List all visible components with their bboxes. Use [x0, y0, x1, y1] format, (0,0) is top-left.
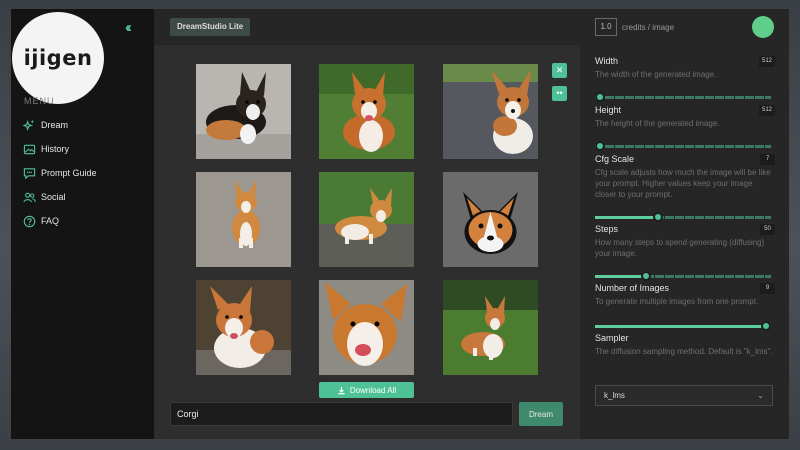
generated-image-9[interactable] — [443, 280, 538, 375]
credits-value: 1.0 — [595, 18, 617, 36]
corgi-image — [319, 172, 414, 267]
height-value[interactable]: 512 — [758, 105, 775, 116]
slider-knob[interactable] — [653, 212, 664, 222]
sparkle-icon — [23, 119, 35, 131]
slider-track — [595, 96, 771, 99]
sidebar-item-faq[interactable]: FAQ — [23, 209, 97, 233]
cfg-scale-description: Cfg scale adjusts how much the image wil… — [595, 168, 771, 199]
cfg-scale-setting: Cfg Scale 7 Cfg scale adjusts how much t… — [595, 154, 775, 200]
more-icon[interactable]: •• — [552, 86, 567, 101]
generated-image-6[interactable] — [443, 172, 538, 267]
slider-knob[interactable] — [595, 141, 605, 151]
num-images-setting: Number of Images 9 To generate multiple … — [595, 283, 775, 307]
steps-label: Steps — [595, 224, 619, 234]
logo-text: ijigen — [23, 46, 93, 70]
sampler-select[interactable]: k_lms ⌄ — [595, 385, 773, 406]
corgi-illustration — [443, 172, 538, 267]
image-history-icon — [23, 144, 36, 154]
sidebar-item-history[interactable]: History — [23, 137, 97, 161]
height-slider[interactable] — [595, 141, 771, 151]
width-description: The width of the generated image. — [595, 70, 717, 79]
generated-image-5[interactable] — [319, 172, 414, 267]
sampler-selected: k_lms — [604, 391, 625, 400]
width-slider[interactable] — [595, 92, 771, 102]
sidebar-item-social[interactable]: Social — [23, 185, 97, 209]
slider-track — [595, 145, 771, 148]
prompt-input[interactable] — [170, 402, 513, 426]
credits-indicator: 1.0 credits / image — [595, 18, 674, 36]
speech-bubble-icon — [23, 167, 36, 179]
steps-value[interactable]: 50 — [760, 224, 775, 235]
people-icon — [23, 192, 36, 202]
sidebar-item-label: Dream — [41, 120, 69, 130]
slider-fill — [595, 216, 659, 219]
slider-knob[interactable] — [641, 271, 652, 281]
corgi-image — [196, 64, 291, 159]
slider-knob[interactable] — [595, 92, 605, 102]
corgi-image — [196, 280, 291, 375]
height-setting: Height 512 The height of the generated i… — [595, 105, 775, 129]
sidebar-item-prompt-guide[interactable]: Prompt Guide — [23, 161, 97, 185]
generated-image-8[interactable] — [319, 280, 414, 375]
sampler-label: Sampler — [595, 333, 629, 343]
cfg-scale-value[interactable]: 7 — [760, 154, 775, 165]
sidebar-item-dream[interactable]: Dream — [23, 113, 97, 137]
num-images-label: Number of Images — [595, 283, 670, 293]
app-window: ijigen MENU Dream History Prompt Guide S… — [11, 9, 789, 439]
corgi-image — [443, 280, 538, 375]
steps-slider[interactable] — [595, 271, 771, 281]
sidebar-nav: Dream History Prompt Guide Social FAQ — [23, 113, 97, 233]
close-icon[interactable]: ✕ — [552, 63, 567, 78]
width-label: Width — [595, 56, 619, 66]
steps-description: How many steps to spend generating (diff… — [595, 238, 765, 258]
slider-fill — [595, 325, 766, 328]
height-label: Height — [595, 105, 622, 115]
image-gallery: ✕ •• Download All Dream — [154, 45, 580, 439]
width-setting: Width 512 The width of the generated ima… — [595, 56, 775, 80]
slider-knob[interactable] — [761, 321, 771, 331]
cfg-scale-slider[interactable] — [595, 212, 771, 222]
generated-image-7[interactable] — [196, 280, 291, 375]
download-icon — [338, 386, 345, 394]
width-value[interactable]: 512 — [758, 56, 775, 67]
sidebar-item-label: Prompt Guide — [41, 168, 97, 178]
dream-button[interactable]: Dream — [519, 402, 563, 426]
menu-label: MENU — [24, 96, 55, 106]
credits-label: credits / image — [622, 22, 675, 32]
slider-fill — [595, 275, 647, 278]
corgi-image — [319, 280, 414, 375]
corgi-image — [443, 64, 538, 159]
steps-setting: Steps 50 How many steps to spend generat… — [595, 224, 775, 259]
num-images-slider[interactable] — [595, 321, 771, 331]
corgi-image — [196, 172, 291, 267]
corgi-image — [319, 64, 414, 159]
generated-image-2[interactable] — [319, 64, 414, 159]
chevron-down-icon: ⌄ — [757, 391, 764, 400]
download-all-button[interactable]: Download All — [319, 382, 414, 398]
sampler-description: The diffusion sampling method. Default i… — [595, 347, 773, 356]
generated-image-1[interactable] — [196, 64, 291, 159]
generated-image-3[interactable] — [443, 64, 538, 159]
sidebar-item-label: History — [41, 144, 70, 154]
num-images-value[interactable]: 9 — [760, 283, 775, 294]
question-icon — [23, 215, 36, 227]
app-name-badge: DreamStudio Lite — [170, 18, 251, 36]
sampler-setting: Sampler The diffusion sampling method. D… — [595, 333, 775, 357]
sidebar-item-label: Social — [41, 192, 66, 202]
num-images-description: To generate multiple images from one pro… — [595, 297, 759, 306]
avatar[interactable] — [752, 16, 774, 38]
download-all-label: Download All — [349, 385, 397, 395]
generated-image-4[interactable] — [196, 172, 291, 267]
sidebar-item-label: FAQ — [41, 216, 60, 226]
double-chevron-left-icon[interactable]: ‹‹ — [125, 19, 132, 36]
logo: ijigen — [12, 12, 104, 104]
sidebar: ijigen MENU Dream History Prompt Guide S… — [11, 9, 154, 439]
cfg-scale-label: Cfg Scale — [595, 154, 635, 164]
height-description: The height of the generated image. — [595, 119, 720, 128]
